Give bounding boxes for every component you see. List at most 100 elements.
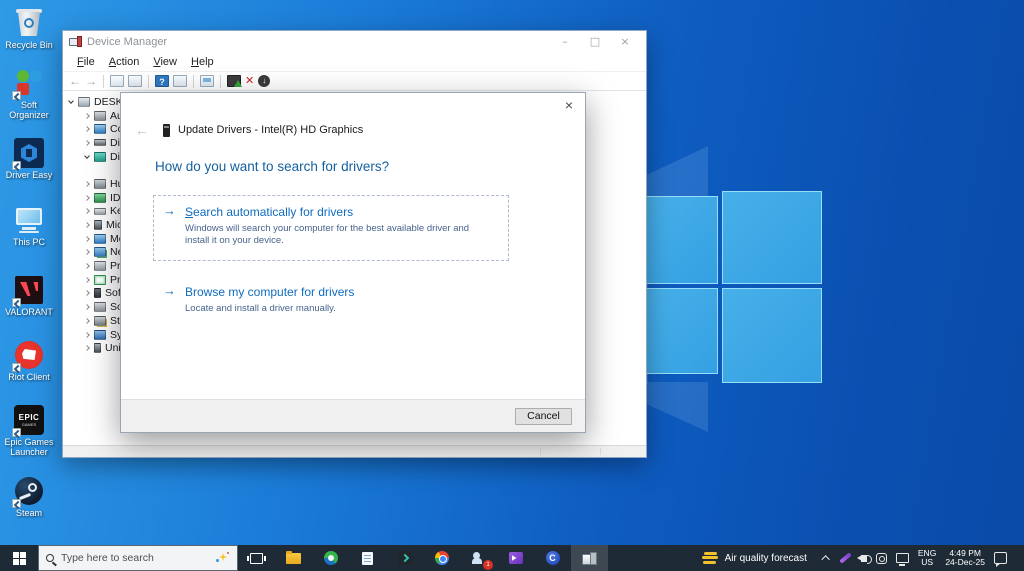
desktop-icon-epic-games[interactable]: EPIC GAMES Epic Games Launcher <box>0 405 58 457</box>
option-title[interactable]: Browse my computer for drivers <box>185 285 354 300</box>
expand-chevron-icon[interactable] <box>84 331 90 338</box>
expand-chevron-icon[interactable] <box>84 290 90 297</box>
sound-controller-icon <box>94 302 106 313</box>
expand-chevron-icon[interactable] <box>84 304 90 310</box>
desktop-icon-soft-organizer[interactable]: Soft Organizer <box>0 68 58 120</box>
expand-chevron-icon[interactable] <box>84 181 90 187</box>
chrome-icon <box>434 551 449 565</box>
computer-category-icon <box>94 124 106 135</box>
mouse-icon <box>94 220 102 231</box>
network-icon[interactable] <box>895 553 909 566</box>
expand-chevron-icon[interactable] <box>84 345 90 352</box>
driver-easy-icon <box>12 138 44 170</box>
driver-easy-taskbar-icon <box>323 551 338 565</box>
expand-chevron-icon[interactable] <box>84 318 90 324</box>
c-app-button[interactable]: C <box>534 545 571 571</box>
notepad-button[interactable] <box>349 545 386 571</box>
device-icon <box>163 123 170 137</box>
haze-weather-icon <box>701 551 718 565</box>
desktop-icon-valorant[interactable]: VALORANT <box>0 275 58 317</box>
cancel-button[interactable]: Cancel <box>515 408 572 425</box>
logo-pane-bl <box>646 288 718 374</box>
system-device-icon <box>94 329 106 340</box>
uninstall-device-icon[interactable]: ✕ <box>245 75 254 87</box>
console-icon[interactable] <box>110 75 124 87</box>
taskbar-search[interactable]: Type here to search <box>38 545 238 571</box>
update-driver-icon[interactable] <box>227 75 242 87</box>
disable-device-icon[interactable]: ↓ <box>258 75 271 87</box>
status-bar <box>63 445 646 457</box>
desktop-icon-steam[interactable]: Steam <box>0 476 58 518</box>
language-indicator[interactable]: ENG US <box>918 548 936 568</box>
title-bar[interactable]: Device Manager – □ × <box>63 31 646 53</box>
toolbar-separator <box>193 74 194 88</box>
video-app-button[interactable] <box>497 545 534 571</box>
dialog-back-icon[interactable]: ← <box>135 123 149 137</box>
hid-icon <box>94 178 106 189</box>
desktop-icon-this-pc[interactable]: This PC <box>0 205 58 247</box>
device-manager-taskbar-button[interactable] <box>571 545 608 571</box>
storage-controller-icon <box>94 315 106 326</box>
weather-label: Air quality forecast <box>724 552 807 564</box>
option-search-automatically[interactable]: → Search automatically for drivers Windo… <box>163 203 495 247</box>
action-center-icon[interactable] <box>994 552 1007 567</box>
logo-pane-br <box>722 288 822 383</box>
start-button[interactable] <box>0 545 38 571</box>
toolbar-separator <box>103 74 104 88</box>
expand-chevron-icon[interactable] <box>84 152 90 159</box>
expand-chevron-icon[interactable] <box>84 276 90 283</box>
list-icon[interactable] <box>173 75 187 87</box>
expand-chevron-icon[interactable] <box>84 208 90 215</box>
desktop-icon-driver-easy[interactable]: Driver Easy <box>0 138 58 180</box>
clock[interactable]: 4:49 PM 24-Dec-25 <box>945 548 985 568</box>
minimize-button[interactable]: – <box>550 32 580 52</box>
keyboard-icon <box>94 207 106 215</box>
properties-icon[interactable] <box>128 75 142 87</box>
expand-chevron-icon[interactable] <box>84 222 90 228</box>
file-explorer-button[interactable] <box>275 545 312 571</box>
soft-organizer-icon <box>12 68 44 100</box>
option-browse-computer[interactable]: → Browse my computer for drivers Locate … <box>163 283 354 315</box>
terminal-app-icon <box>397 551 412 565</box>
expand-chevron-icon[interactable] <box>84 126 90 133</box>
processor-icon <box>94 274 106 285</box>
help-icon[interactable]: ? <box>155 75 169 87</box>
forward-icon[interactable]: → <box>85 74 97 88</box>
logo-pane-tl <box>646 196 718 284</box>
menu-action[interactable]: Action <box>102 56 147 68</box>
expand-chevron-icon[interactable] <box>84 263 90 269</box>
language-region: US <box>921 557 933 567</box>
update-drivers-dialog: × ← Update Drivers - Intel(R) HD Graphic… <box>120 92 586 433</box>
expand-chevron-icon[interactable] <box>84 235 90 242</box>
back-icon[interactable]: ← <box>69 74 81 88</box>
expand-chevron-icon[interactable] <box>84 194 90 201</box>
maximize-button[interactable]: □ <box>580 32 610 52</box>
expand-chevron-icon[interactable] <box>68 98 74 104</box>
menu-file[interactable]: File <box>70 56 102 68</box>
menu-help[interactable]: Help <box>184 56 221 68</box>
task-view-button[interactable] <box>238 545 275 571</box>
expand-chevron-icon[interactable] <box>84 112 90 119</box>
pen-tray-icon[interactable] <box>839 552 852 564</box>
close-button[interactable]: × <box>610 32 640 52</box>
speaker-icon[interactable] <box>856 554 872 564</box>
people-app-button[interactable]: 1 <box>460 545 497 571</box>
dialog-close-icon[interactable]: × <box>565 98 573 112</box>
menu-view[interactable]: View <box>146 56 184 68</box>
chrome-button[interactable] <box>423 545 460 571</box>
weather-widget[interactable]: Air quality forecast <box>694 551 815 565</box>
toolbar: ← → ? ✕ ↓ <box>63 72 646 91</box>
expand-chevron-icon[interactable] <box>84 249 90 256</box>
terminal-app-button[interactable] <box>386 545 423 571</box>
desktop-icon-riot-client[interactable]: Riot Client <box>0 340 58 382</box>
toolbar-separator <box>148 74 149 88</box>
driver-easy-button[interactable] <box>312 545 349 571</box>
desktop-icon-recycle-bin[interactable]: Recycle Bin <box>0 8 58 50</box>
option-title[interactable]: Search automatically for drivers <box>185 205 353 220</box>
expand-chevron-icon[interactable] <box>84 140 90 146</box>
software-device-icon <box>94 288 101 299</box>
dialog-footer: Cancel <box>121 399 585 432</box>
tray-app-icon[interactable] <box>875 552 887 564</box>
tray-overflow-chevron-icon[interactable] <box>821 555 830 564</box>
scan-hardware-icon[interactable] <box>200 75 214 87</box>
